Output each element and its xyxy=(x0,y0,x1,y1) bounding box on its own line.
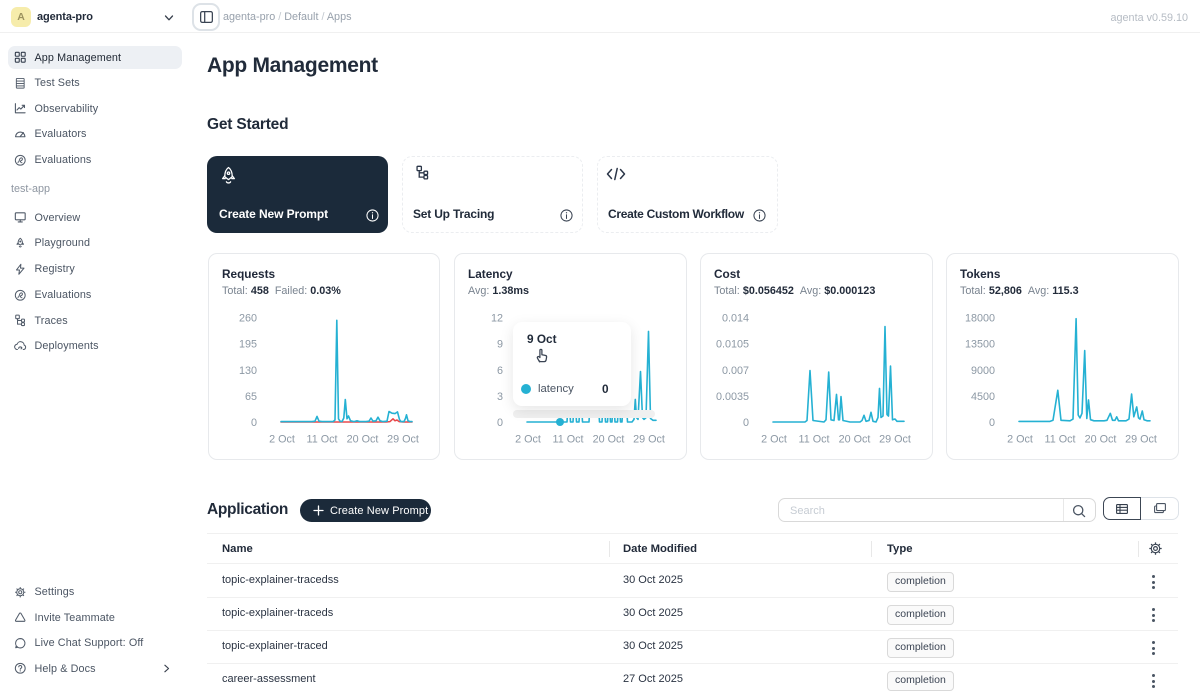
svg-text:65: 65 xyxy=(245,391,257,403)
svg-text:0.0035: 0.0035 xyxy=(716,391,749,403)
svg-text:29 Oct: 29 Oct xyxy=(879,434,911,446)
svg-text:9000: 9000 xyxy=(971,365,995,377)
svg-text:20 Oct: 20 Oct xyxy=(593,434,625,446)
svg-text:195: 195 xyxy=(239,339,257,351)
svg-text:0: 0 xyxy=(497,417,503,429)
svg-text:20 Oct: 20 Oct xyxy=(1085,434,1117,446)
svg-text:11 Oct: 11 Oct xyxy=(1044,434,1075,446)
svg-text:260: 260 xyxy=(239,313,257,325)
svg-text:13500: 13500 xyxy=(965,339,995,351)
svg-text:3: 3 xyxy=(497,391,503,403)
svg-text:11 Oct: 11 Oct xyxy=(306,434,337,446)
svg-text:12: 12 xyxy=(491,313,503,325)
svg-text:20 Oct: 20 Oct xyxy=(347,434,379,446)
svg-text:0: 0 xyxy=(989,417,995,429)
svg-text:0: 0 xyxy=(743,417,749,429)
svg-text:18000: 18000 xyxy=(965,313,995,325)
svg-text:29 Oct: 29 Oct xyxy=(633,434,665,446)
svg-text:29 Oct: 29 Oct xyxy=(387,434,419,446)
svg-text:9: 9 xyxy=(497,339,503,351)
svg-text:20 Oct: 20 Oct xyxy=(839,434,871,446)
svg-text:2 Oct: 2 Oct xyxy=(761,434,787,446)
svg-text:0.007: 0.007 xyxy=(722,365,749,377)
svg-text:4500: 4500 xyxy=(971,391,995,403)
svg-text:0.014: 0.014 xyxy=(722,313,749,325)
svg-text:0.0105: 0.0105 xyxy=(716,339,749,351)
svg-text:2 Oct: 2 Oct xyxy=(1007,434,1033,446)
svg-text:2 Oct: 2 Oct xyxy=(269,434,295,446)
svg-text:0: 0 xyxy=(251,417,257,429)
svg-text:130: 130 xyxy=(239,365,257,377)
svg-text:6: 6 xyxy=(497,365,503,377)
svg-text:11 Oct: 11 Oct xyxy=(552,434,583,446)
svg-text:11 Oct: 11 Oct xyxy=(798,434,829,446)
svg-text:2 Oct: 2 Oct xyxy=(515,434,541,446)
svg-text:29 Oct: 29 Oct xyxy=(1125,434,1157,446)
